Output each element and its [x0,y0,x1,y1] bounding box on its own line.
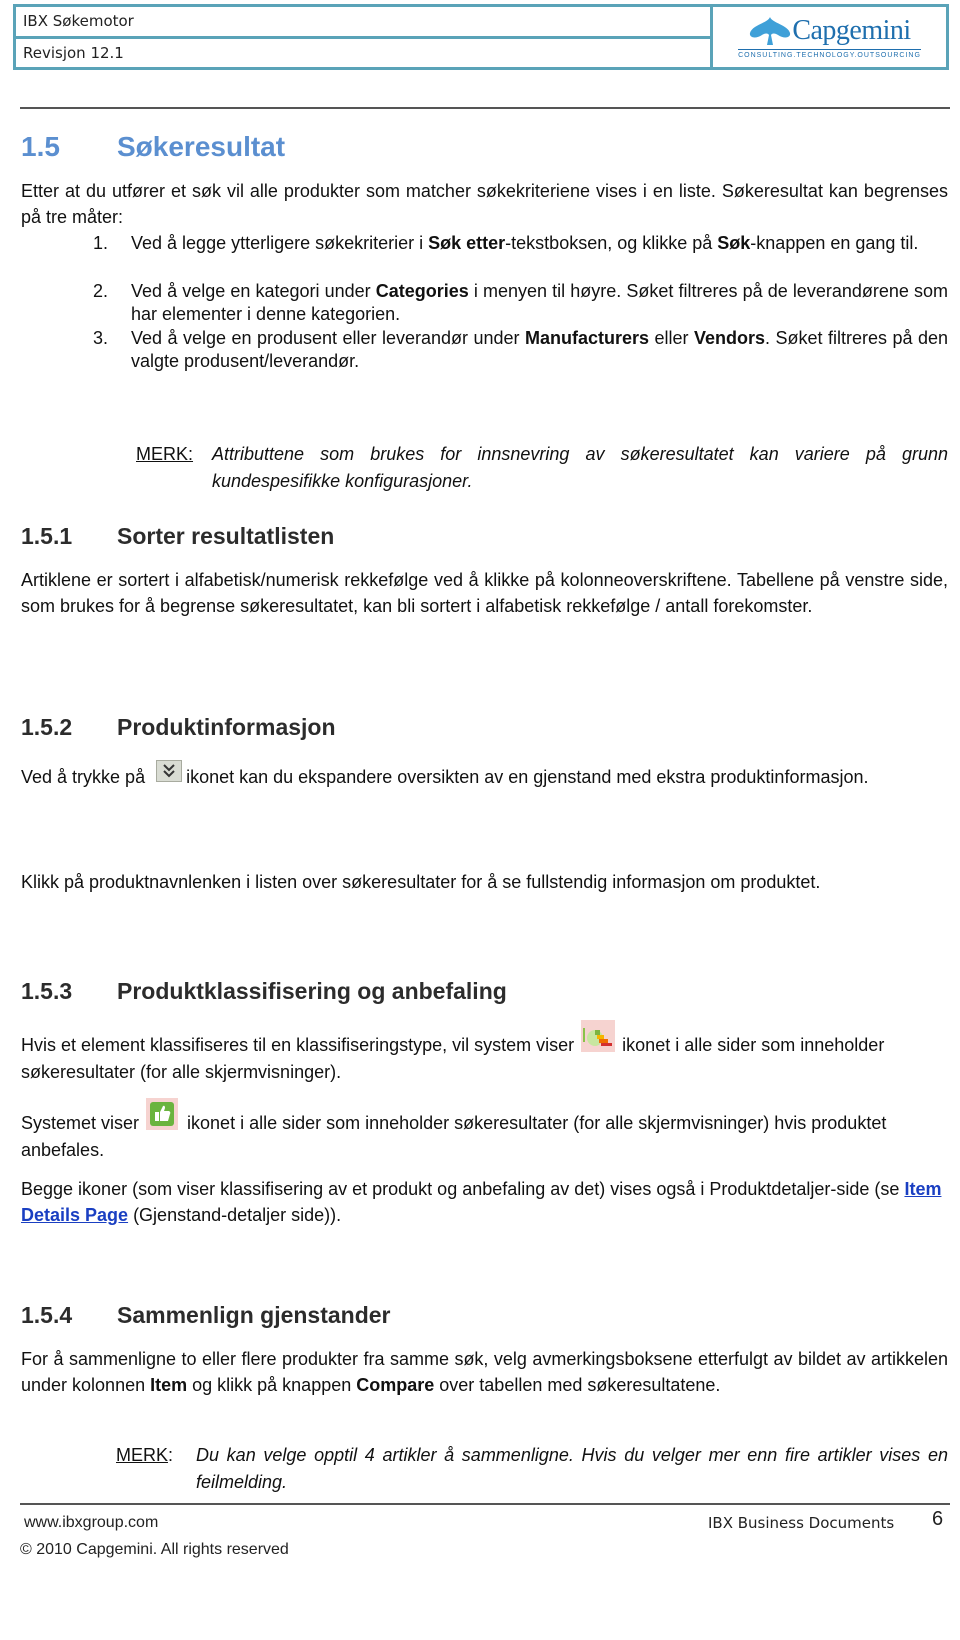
subsection-title: Produktklassifisering og anbefaling [117,978,507,1004]
note-label-wrap: MERK: [116,1442,173,1469]
page-number: 6 [932,1508,944,1530]
list-item: 2. Ved å velge en kategori under Categor… [93,280,948,326]
note-label: MERK [116,1445,169,1465]
section-number: 1.5 [21,131,60,162]
list-bold: Vendors [694,328,766,348]
paragraph-text: Begge ikoner (som viser klassifisering a… [21,1179,905,1199]
note-colon: : [168,1445,174,1465]
footer-doc-name: IBX Business Documents [708,1514,895,1532]
list-text: Ved å velge en produsent eller leverandø… [131,328,526,348]
header-divider [20,107,950,109]
thumbs-up-icon [146,1097,179,1137]
footer-divider [20,1503,950,1505]
capgemini-logo: Capgemini CONSULTING.TECHNOLOGY.OUTSOURC… [738,15,921,59]
list-bold: Categories [375,281,469,301]
classification-paragraph: Hvis et element klassifiseres til en kla… [21,1019,948,1085]
sort-paragraph: Artiklene er sortert i alfabetisk/numeri… [21,570,948,616]
note-label: MERK: [136,444,194,464]
paragraph-text: Hvis et element klassifiseres til en kla… [21,1035,580,1055]
paragraph-text: ikonet kan du ekspandere oversikten av e… [186,767,869,787]
list-text: -tekstboksen, og klikke på [505,233,718,253]
both-icons-paragraph: Begge ikoner (som viser klassifisering a… [21,1176,948,1228]
list-bold: Manufacturers [525,328,650,348]
recommendation-paragraph: Systemet viser ikonet i alle sider som i… [21,1097,948,1163]
list-bold: Søk etter [428,233,506,253]
subsection-title: Sorter resultatlisten [117,523,335,549]
header-info: IBX Søkemotor Revisjon 12.1 [16,7,713,67]
subsection-title: Produktinformasjon [117,714,336,740]
paragraph-text: og klikk på knappen [187,1375,357,1395]
header-logo-cell: Capgemini CONSULTING.TECHNOLOGY.OUTSOURC… [713,7,946,67]
expand-icon [156,759,183,789]
paragraph-bold: Item [150,1375,188,1395]
spade-icon [750,17,791,45]
list-text: -knappen en gang til. [750,233,919,253]
list-item: 3. Ved å velge en produsent eller levera… [93,327,948,373]
note-text: Du kan velge opptil 4 artikler å sammenl… [196,1445,948,1492]
list-number: 2. [93,281,109,301]
footer-copyright: © 2010 Capgemini. All rights reserved [20,1541,289,1558]
product-link-paragraph: Klikk på produktnavnlenken i listen over… [21,872,821,892]
list-number: 3. [93,328,109,348]
list-bold: Søk [717,233,751,253]
list-text: Ved å legge ytterligere søkekriterier i [131,233,429,253]
subsection-heading: 1.5.2 Produktinformasjon [21,714,336,741]
subsection-number: 1.5.3 [21,978,73,1004]
header-title: IBX Søkemotor [23,12,134,31]
paragraph-text: Ved å trykke på [21,767,151,787]
paragraph-text: (Gjenstand-detaljer side)). [128,1205,342,1225]
subsection-number: 1.5.1 [21,523,73,549]
list-number: 1. [93,233,109,253]
paragraph-text: Systemet viser [21,1113,145,1133]
section-heading: 1.5 Søkeresultat [21,131,285,163]
list-item: 1. Ved å legge ytterligere søkekriterier… [93,232,948,255]
paragraph-bold: Compare [356,1375,435,1395]
subsection-heading: 1.5.3 Produktklassifisering og anbefaling [21,978,507,1005]
subsection-title: Sammenlign gjenstander [117,1302,391,1328]
footer-website: www.ibxgroup.com [24,1514,159,1531]
subsection-number: 1.5.2 [21,714,73,740]
subsection-heading: 1.5.4 Sammenlign gjenstander [21,1302,391,1329]
classification-icon [581,1019,616,1059]
list-text: Ved å velge en kategori under [131,281,376,301]
subsection-number: 1.5.4 [21,1302,73,1328]
paragraph-text: over tabellen med søkeresultatene. [434,1375,721,1395]
subsection-heading: 1.5.1 Sorter resultatlisten [21,523,334,550]
section-title: Søkeresultat [117,131,286,162]
logo-wordmark: Capgemini [792,15,911,46]
note: MERK: Attributtene som brukes for innsne… [136,441,948,495]
page-header: IBX Søkemotor Revisjon 12.1 Capgemini CO… [13,4,949,70]
compare-note: MERK: Du kan velge opptil 4 artikler å s… [116,1442,948,1496]
list-text: eller [649,328,694,348]
note-text: Attributtene som brukes for innsnevring … [212,444,948,491]
product-info-paragraph: Ved å trykke på ikonet kan du ekspandere… [21,759,948,790]
compare-paragraph: For å sammenligne to eller flere produkt… [21,1346,948,1398]
logo-tagline: CONSULTING.TECHNOLOGY.OUTSOURCING [738,49,921,59]
header-revision: Revisjon 12.1 [16,35,710,68]
section-intro: Etter at du utfører et søk vil alle prod… [21,181,948,227]
